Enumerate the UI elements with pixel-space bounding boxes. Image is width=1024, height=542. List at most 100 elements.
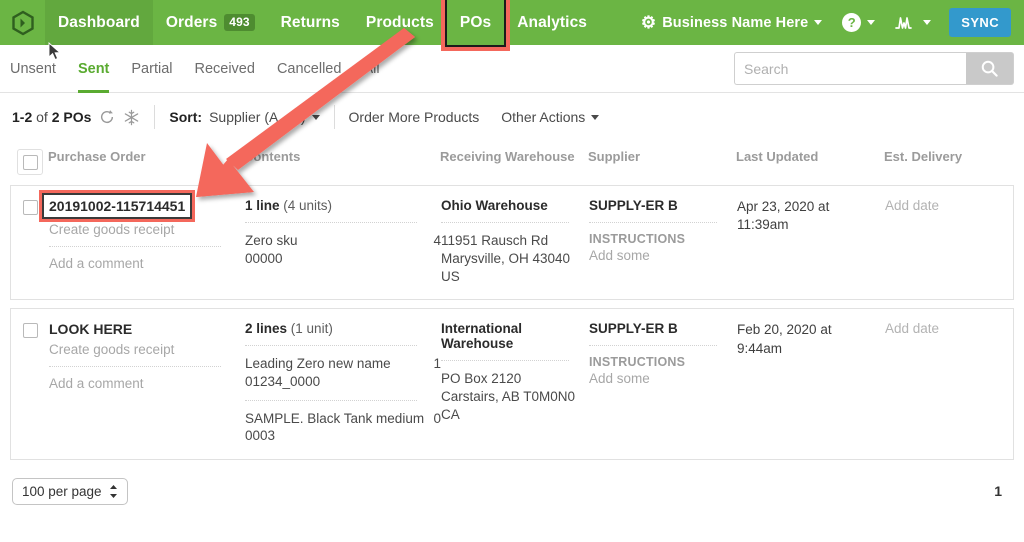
- stepper-icon: [109, 484, 118, 499]
- line-item-qty: 1: [433, 356, 441, 372]
- line-item-name: Leading Zero new name: [245, 356, 391, 372]
- last-updated-cell: Feb 20, 2020 at 9:44am: [737, 321, 885, 444]
- divider: [245, 222, 417, 223]
- create-goods-receipt-link[interactable]: Create goods receipt: [49, 342, 245, 357]
- line-item: Leading Zero new name 01234_0000 1: [245, 355, 441, 390]
- add-instructions-link[interactable]: Add some: [589, 248, 737, 263]
- header-purchase-order[interactable]: Purchase Order: [48, 149, 244, 175]
- primary-nav-items: Dashboard Orders 493 Returns Products PO…: [45, 0, 600, 47]
- account-menu[interactable]: ⚙ Business Name Here: [631, 14, 832, 31]
- purchase-order-link[interactable]: 20191002-115714451: [41, 193, 193, 219]
- line-item-qty: 0: [433, 410, 441, 426]
- activity-chart-icon: [895, 16, 913, 29]
- nav-label-analytics: Analytics: [517, 13, 588, 31]
- top-navigation-bar: Dashboard Orders 493 Returns Products PO…: [0, 0, 1024, 47]
- contents-unit-count: (4 units): [283, 198, 333, 213]
- line-item-name: SAMPLE. Black Tank medium: [245, 410, 425, 426]
- order-more-products-button[interactable]: Order More Products: [349, 109, 480, 125]
- sort-select[interactable]: Supplier (A→Z): [209, 109, 305, 125]
- chevron-down-icon: [923, 20, 932, 25]
- nav-label-returns: Returns: [280, 13, 340, 31]
- divider: [49, 366, 221, 368]
- address-line-1: PO Box 2120: [441, 371, 522, 387]
- create-goods-receipt-link[interactable]: Create goods receipt: [49, 222, 245, 237]
- contents-cell: 1 line (4 units) Zero sku 00000 4: [245, 198, 441, 285]
- add-a-comment-link[interactable]: Add a comment: [49, 256, 245, 271]
- purchase-order-link[interactable]: LOOK HERE: [49, 321, 245, 337]
- other-actions-menu[interactable]: Other Actions: [501, 109, 585, 125]
- activity-menu[interactable]: [885, 15, 941, 31]
- header-est-delivery[interactable]: Est. Delivery: [884, 149, 1004, 175]
- instructions-label: INSTRUCTIONS: [589, 355, 686, 370]
- question-mark-icon: ?: [842, 13, 862, 32]
- header-receiving-warehouse[interactable]: Receiving Warehouse: [440, 149, 588, 175]
- last-updated-time: 9:44am: [737, 340, 783, 356]
- secondary-nav-items: ⚙ Business Name Here ? SYNC: [631, 0, 1024, 45]
- nav-item-dashboard[interactable]: Dashboard: [45, 0, 153, 45]
- hexagon-chevron-logo-icon: [11, 10, 34, 35]
- select-all-checkbox[interactable]: [22, 154, 38, 170]
- nav-item-products[interactable]: Products: [353, 0, 447, 45]
- toolbar-divider-2: [333, 105, 335, 129]
- purchase-order-cell: 20191002-115714451 Create goods receipt …: [41, 193, 245, 285]
- status-tabs: Unsent Sent Partial Received Cancelled A…: [10, 45, 391, 93]
- table-row[interactable]: 20191002-115714451 Create goods receipt …: [10, 185, 1014, 301]
- divider: [441, 222, 569, 223]
- result-count: 1-2 of 2 POs: [12, 109, 91, 125]
- line-item: SAMPLE. Black Tank medium 0003 0: [245, 410, 441, 445]
- search-button[interactable]: [966, 52, 1014, 85]
- per-page-select[interactable]: 100 per page: [12, 477, 128, 505]
- list-toolbar: 1-2 of 2 POs Sort: Supplier (A→Z) Order …: [0, 93, 1024, 141]
- result-count-of: of: [36, 109, 48, 125]
- line-item-name-sku: SAMPLE. Black Tank medium 0003: [245, 410, 433, 445]
- supplier-cell: SUPPLY-ER B INSTRUCTIONS Add some: [589, 198, 737, 285]
- refresh-button[interactable]: [99, 109, 115, 125]
- nav-item-returns[interactable]: Returns: [268, 0, 353, 45]
- per-page-label: 100 per page: [22, 483, 102, 499]
- row-checkbox[interactable]: [23, 200, 38, 215]
- header-contents[interactable]: Contents: [244, 149, 440, 175]
- nav-item-pos[interactable]: POs: [444, 0, 507, 47]
- contents-summary: 1 line (4 units): [245, 198, 441, 213]
- add-instructions-link[interactable]: Add some: [589, 371, 737, 386]
- nav-label-pos: POs: [459, 13, 492, 31]
- divider: [49, 246, 221, 247]
- tab-cancelled[interactable]: Cancelled: [266, 45, 353, 92]
- nav-item-analytics[interactable]: Analytics: [504, 0, 600, 45]
- divider: [245, 399, 417, 401]
- add-date-link[interactable]: Add date: [885, 321, 1005, 336]
- row-checkbox[interactable]: [23, 323, 38, 339]
- freeze-columns-button[interactable]: [123, 109, 140, 126]
- add-date-link[interactable]: Add date: [885, 198, 1005, 213]
- receiving-warehouse-cell: Ohio Warehouse 11951 Rausch Rd Marysvill…: [441, 198, 589, 285]
- table-row[interactable]: LOOK HERE Create goods receipt Add a com…: [10, 308, 1014, 460]
- tab-sent[interactable]: Sent: [67, 45, 120, 93]
- sort-chevron-down-icon[interactable]: [311, 114, 320, 120]
- app-logo[interactable]: [0, 0, 45, 45]
- tab-label-partial: Partial: [131, 60, 173, 77]
- nav-item-orders[interactable]: Orders 493: [153, 0, 268, 45]
- header-last-updated[interactable]: Last Updated: [736, 149, 884, 175]
- header-supplier[interactable]: Supplier: [588, 149, 736, 175]
- refresh-icon: [101, 110, 114, 124]
- row-select-cell: [11, 321, 49, 444]
- page-number[interactable]: 1: [994, 483, 1012, 499]
- other-actions-chevron-down-icon[interactable]: [591, 114, 600, 120]
- supplier-cell: SUPPLY-ER B INSTRUCTIONS Add some: [589, 321, 737, 444]
- sync-button[interactable]: SYNC: [949, 8, 1011, 37]
- tab-received[interactable]: Received: [183, 45, 265, 92]
- gear-icon: ⚙: [640, 13, 657, 32]
- search-input[interactable]: [734, 52, 966, 85]
- contents-cell: 2 lines (1 unit) Leading Zero new name 0…: [245, 321, 441, 444]
- select-all-checkbox-wrap[interactable]: [17, 149, 43, 175]
- tab-partial[interactable]: Partial: [120, 45, 183, 92]
- purchase-order-cell: LOOK HERE Create goods receipt Add a com…: [49, 321, 245, 444]
- tab-all[interactable]: All: [352, 45, 390, 92]
- line-item-name-sku: Leading Zero new name 01234_0000: [245, 355, 433, 390]
- last-updated-date: Feb 20, 2020 at: [737, 322, 832, 338]
- status-tabs-row: Unsent Sent Partial Received Cancelled A…: [0, 45, 1024, 93]
- toolbar-divider: [154, 105, 156, 129]
- line-item-name: Zero sku: [245, 233, 298, 248]
- help-menu[interactable]: ?: [832, 13, 885, 32]
- add-a-comment-link[interactable]: Add a comment: [49, 376, 245, 391]
